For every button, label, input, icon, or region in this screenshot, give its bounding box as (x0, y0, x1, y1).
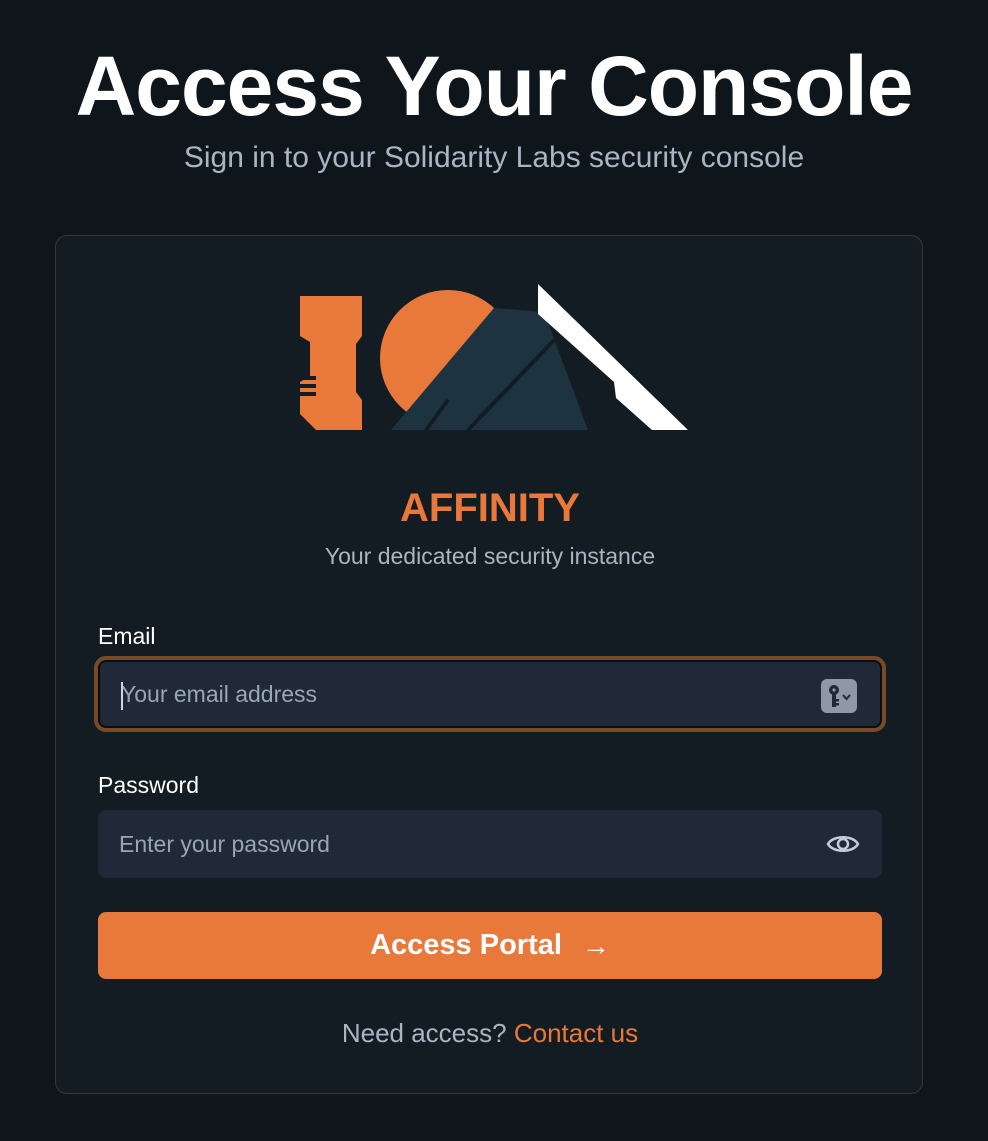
access-portal-button[interactable]: Access Portal → (98, 912, 882, 979)
password-field-container (98, 810, 882, 878)
access-request-line: Need access? Contact us (56, 1017, 924, 1049)
page-subtitle: Sign in to your Solidarity Labs security… (183, 141, 805, 174)
email-label: Email (98, 623, 156, 649)
access-portal-label: Access Portal (370, 929, 562, 961)
eye-icon[interactable] (826, 828, 860, 860)
brand-name: AFFINITY (400, 486, 580, 530)
page-title: Access Your Console (75, 39, 914, 133)
brand-tagline: Your dedicated security instance (324, 543, 656, 569)
password-label: Password (98, 772, 199, 798)
affinity-logo (300, 284, 688, 432)
arrow-right-icon: → (581, 929, 610, 961)
email-field-container (98, 660, 882, 728)
login-page: Access Your Console Sign in to your Soli… (0, 0, 988, 1141)
text-cursor (121, 682, 123, 710)
contact-us-link[interactable]: Contact us (514, 1018, 638, 1048)
access-prompt: Need access? (341, 1018, 507, 1048)
password-field[interactable] (98, 810, 882, 878)
email-field[interactable] (100, 662, 880, 726)
password-manager-key-icon[interactable] (821, 679, 857, 713)
login-card: AFFINITY Your dedicated security instanc… (55, 235, 923, 1094)
